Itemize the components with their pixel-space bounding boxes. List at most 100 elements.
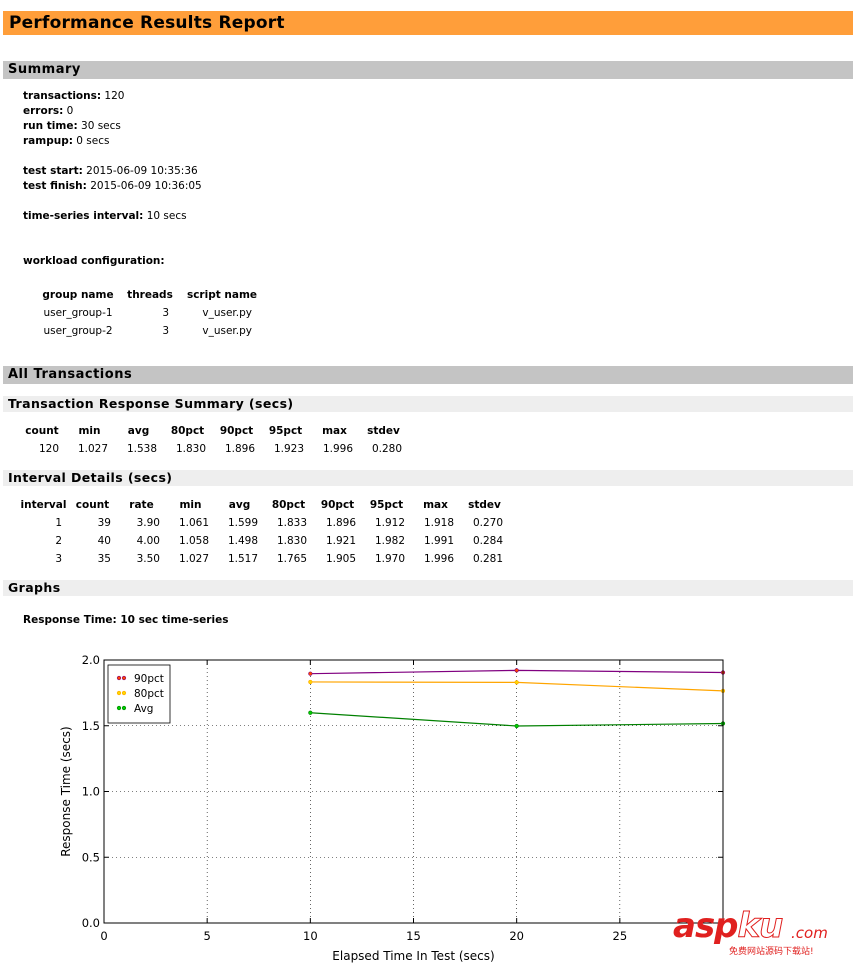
table-cell: 1.765 [276, 553, 307, 565]
table-cell: 1.982 [374, 535, 405, 547]
table-header: 95pct [369, 498, 404, 511]
table-cell: 1.027 [178, 553, 209, 565]
table-cell: 3 [55, 553, 62, 565]
errors-label: errors: [23, 105, 64, 117]
table-row: 3 35 3.50 1.027 1.517 1.765 1.905 1.970 … [19, 550, 509, 568]
all-transactions-heading: All Transactions [3, 366, 853, 384]
table-cell: 1.996 [322, 443, 353, 455]
x-axis-label: Elapsed Time In Test (secs) [332, 949, 494, 963]
table-cell: 1.833 [276, 517, 307, 529]
interval-label: time-series interval: [23, 210, 144, 222]
table-cell: 3.90 [136, 517, 160, 529]
table-cell: 40 [97, 535, 111, 547]
table-cell: 1.996 [423, 553, 454, 565]
errors-value: 0 [66, 105, 74, 117]
errors-line: errors: 0 [23, 104, 73, 119]
table-header: rate [129, 498, 154, 511]
table-header-row: interval count rate min avg 80pct 90pct … [19, 495, 509, 514]
table-header: group name [42, 288, 114, 301]
x-tick-label: 5 [204, 929, 211, 943]
legend-marker [116, 690, 122, 696]
table-header-row: group name threads script name [42, 285, 258, 304]
table-cell: 0.284 [472, 535, 503, 547]
table-cell: 3 [162, 307, 169, 319]
table-header: max [423, 498, 448, 511]
interval-line: time-series interval: 10 secs [23, 209, 187, 224]
y-tick-label: 1.0 [82, 785, 100, 799]
table-header: avg [228, 498, 251, 511]
table-row: user_group-2 3 v_user.py [42, 322, 258, 340]
table-cell: 1.912 [374, 517, 405, 529]
table-cell: 0.270 [472, 517, 503, 529]
test-start-label: test start: [23, 165, 83, 177]
table-cell: user_group-2 [43, 325, 113, 337]
watermark-slogan: 免费网站源码下载站! [729, 947, 814, 957]
table-header: 95pct [268, 424, 303, 437]
table-row: 120 1.027 1.538 1.830 1.896 1.923 1.996 … [19, 440, 408, 458]
rampup-value: 0 secs [76, 135, 110, 147]
legend-label: Avg [134, 703, 153, 715]
interval-details-table: interval count rate min avg 80pct 90pct … [19, 495, 509, 568]
table-cell: 1.599 [227, 517, 258, 529]
legend-marker [121, 705, 127, 711]
table-header: min [179, 498, 202, 511]
y-tick-label: 2.0 [82, 653, 100, 667]
table-row: 1 39 3.90 1.061 1.599 1.833 1.896 1.912 … [19, 514, 509, 532]
y-tick-label: 0.0 [82, 916, 100, 930]
table-cell: 0.280 [371, 443, 402, 455]
test-finish-line: test finish: 2015-06-09 10:36:05 [23, 179, 202, 194]
data-point [514, 680, 519, 685]
response-summary-heading: Transaction Response Summary (secs) [3, 396, 853, 412]
workload-config-label: workload configuration: [23, 255, 165, 267]
test-finish-label: test finish: [23, 180, 87, 192]
table-row: user_group-1 3 v_user.py [42, 304, 258, 322]
data-point [308, 679, 313, 685]
data-point [308, 710, 313, 715]
table-cell: 39 [97, 517, 111, 529]
table-cell: 1.517 [227, 553, 258, 565]
y-tick-label: 0.5 [82, 850, 100, 864]
test-start-line: test start: 2015-06-09 10:35:36 [23, 164, 198, 179]
table-cell: 3 [162, 325, 169, 337]
table-cell: v_user.py [202, 307, 252, 319]
run-time-label: run time: [23, 120, 78, 132]
table-cell: 120 [38, 443, 59, 455]
transactions-value: 120 [104, 90, 125, 102]
interval-details-heading: Interval Details (secs) [3, 470, 853, 486]
table-header: 80pct [170, 424, 205, 437]
watermark-domain: .com [791, 924, 828, 942]
table-cell: 1 [55, 517, 62, 529]
report-title: Performance Results Report [3, 11, 853, 35]
table-cell: 3.50 [136, 553, 160, 565]
table-cell: 1.923 [273, 443, 304, 455]
table-cell: 1.830 [175, 443, 206, 455]
table-cell: user_group-1 [43, 307, 113, 319]
rampup-label: rampup: [23, 135, 73, 147]
response-summary-table: count min avg 80pct 90pct 95pct max stde… [19, 421, 408, 458]
table-cell: 1.058 [178, 535, 209, 547]
table-row: 2 40 4.00 1.058 1.498 1.830 1.921 1.982 … [19, 532, 509, 550]
table-header: threads [127, 288, 173, 301]
table-cell: 4.00 [136, 535, 160, 547]
table-header: 80pct [271, 498, 306, 511]
legend-marker [121, 675, 127, 681]
table-header-row: count min avg 80pct 90pct 95pct max stde… [19, 421, 408, 440]
response-time-graph-title: Response Time: 10 sec time-series [23, 614, 229, 626]
legend-marker [116, 705, 122, 711]
table-cell: 0.281 [472, 553, 503, 565]
run-time-value: 30 secs [81, 120, 121, 132]
table-cell: 1.918 [423, 517, 454, 529]
data-point [514, 723, 519, 729]
legend-label: 80pct [134, 688, 164, 700]
table-cell: 35 [97, 553, 111, 565]
test-start-value: 2015-06-09 10:35:36 [86, 165, 198, 177]
x-tick-label: 25 [613, 929, 628, 943]
summary-heading: Summary [3, 61, 853, 79]
workload-table: group name threads script name user_grou… [42, 285, 258, 340]
table-cell: 1.905 [325, 553, 356, 565]
table-header: count [75, 498, 110, 511]
test-finish-value: 2015-06-09 10:36:05 [90, 180, 202, 192]
table-cell: 1.921 [325, 535, 356, 547]
interval-value: 10 secs [146, 210, 187, 222]
table-cell: 1.896 [325, 517, 356, 529]
